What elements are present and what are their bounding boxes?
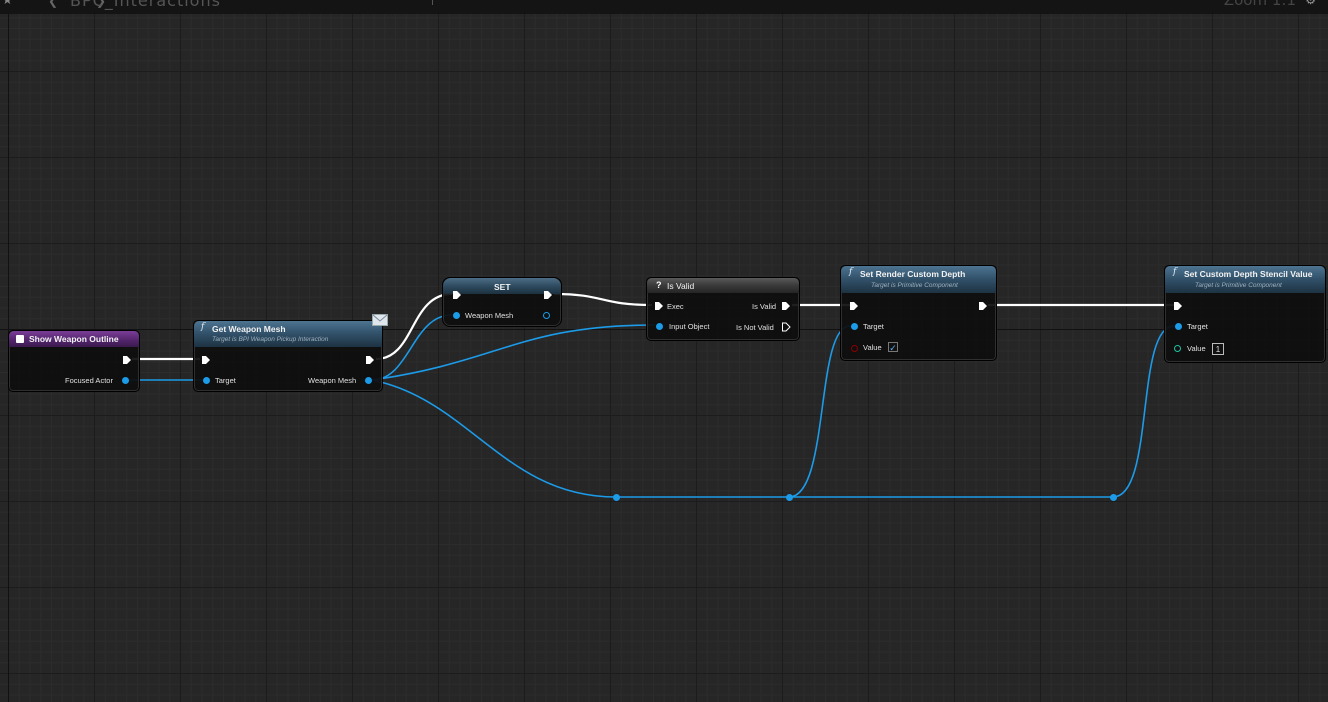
object-output-pin[interactable] [365, 377, 372, 384]
node-subtitle: Target is Primitive Component [871, 282, 958, 289]
object-wire-reroute [371, 379, 617, 498]
node-header: f Get Weapon Mesh Target is BPI Weapon P… [194, 321, 382, 347]
pin-label: Exec [667, 302, 684, 311]
pin-label: Value [1187, 344, 1206, 353]
exec-wire-3 [553, 292, 653, 307]
exec-output-pin[interactable] [978, 301, 988, 311]
pin-label: Value [863, 343, 882, 352]
exec-input-pin[interactable] [201, 355, 211, 365]
exec-input-pin[interactable] [654, 301, 664, 311]
value-checkbox[interactable]: ✓ [888, 342, 898, 353]
exec-input-pin[interactable] [849, 301, 859, 311]
exec-input-pin[interactable] [452, 290, 462, 300]
node-header: Show Weapon Outline [9, 331, 139, 347]
int-input-pin[interactable] [1174, 345, 1181, 352]
function-icon: f [201, 322, 205, 332]
node-header: ? Is Valid [647, 278, 799, 293]
macro-node-is-valid[interactable]: ? Is Valid Exec Is Valid Input Object Is… [646, 277, 800, 341]
pin-label: Input Object [669, 322, 710, 331]
object-input-pin[interactable] [851, 323, 858, 330]
object-input-pin[interactable] [656, 323, 663, 330]
function-node-set-custom-depth-stencil-value[interactable]: f Set Custom Depth Stencil Value Target … [1164, 265, 1326, 363]
exec-output-pin[interactable] [365, 355, 375, 365]
pin-label: Target [215, 376, 236, 385]
exec-input-pin[interactable] [1173, 301, 1183, 311]
object-input-pin[interactable] [1175, 323, 1182, 330]
object-output-pin[interactable] [543, 312, 550, 319]
function-node-set-render-custom-depth[interactable]: f Set Render Custom Depth Target is Prim… [840, 265, 997, 361]
object-input-pin[interactable] [453, 312, 460, 319]
node-subtitle: Target is BPI Weapon Pickup Interaction [212, 336, 329, 343]
node-subtitle: Target is Primitive Component [1195, 282, 1282, 289]
pin-label: Is Not Valid [736, 323, 774, 332]
node-title: SET [494, 282, 511, 292]
pin-label: Target [1187, 322, 1208, 331]
exec-output-pin[interactable] [543, 290, 553, 300]
pin-label: Weapon Mesh [308, 376, 357, 385]
function-icon: f [1173, 267, 1177, 277]
node-title: Is Valid [667, 281, 695, 291]
exec-output-pin-unconnected[interactable] [781, 322, 791, 332]
pin-label: Is Valid [752, 302, 777, 311]
reroute-node[interactable] [786, 494, 793, 501]
value-number-field[interactable]: 1 [1212, 343, 1224, 355]
exec-output-pin[interactable] [781, 301, 791, 311]
event-node-show-weapon-outline[interactable]: Show Weapon Outline Focused Actor [8, 330, 140, 392]
pin-label: Weapon Mesh [465, 311, 514, 320]
pin-label: Focused Actor [65, 376, 113, 385]
pin-label: Target [863, 322, 884, 331]
object-wire-isvalid [371, 324, 656, 381]
reroute-node[interactable] [613, 494, 620, 501]
exec-wire-2 [375, 292, 453, 361]
question-icon: ? [656, 280, 662, 290]
exec-output-pin[interactable] [122, 355, 132, 365]
node-title: Set Custom Depth Stencil Value [1184, 269, 1313, 279]
node-header: f Set Custom Depth Stencil Value Target … [1165, 266, 1325, 293]
bool-input-pin[interactable] [851, 345, 858, 352]
node-header: f Set Render Custom Depth Target is Prim… [841, 266, 996, 293]
reroute-node[interactable] [1110, 494, 1117, 501]
event-icon [16, 335, 24, 343]
variable-set-node[interactable]: SET Weapon Mesh [442, 277, 562, 327]
envelope-icon [372, 314, 388, 326]
object-output-pin[interactable] [122, 377, 129, 384]
node-title: Set Render Custom Depth [860, 269, 966, 279]
node-title: Show Weapon Outline [29, 334, 119, 344]
function-node-get-weapon-mesh[interactable]: f Get Weapon Mesh Target is BPI Weapon P… [193, 314, 388, 392]
function-icon: f [849, 267, 853, 277]
object-input-pin[interactable] [203, 377, 210, 384]
node-title: Get Weapon Mesh [212, 324, 286, 334]
